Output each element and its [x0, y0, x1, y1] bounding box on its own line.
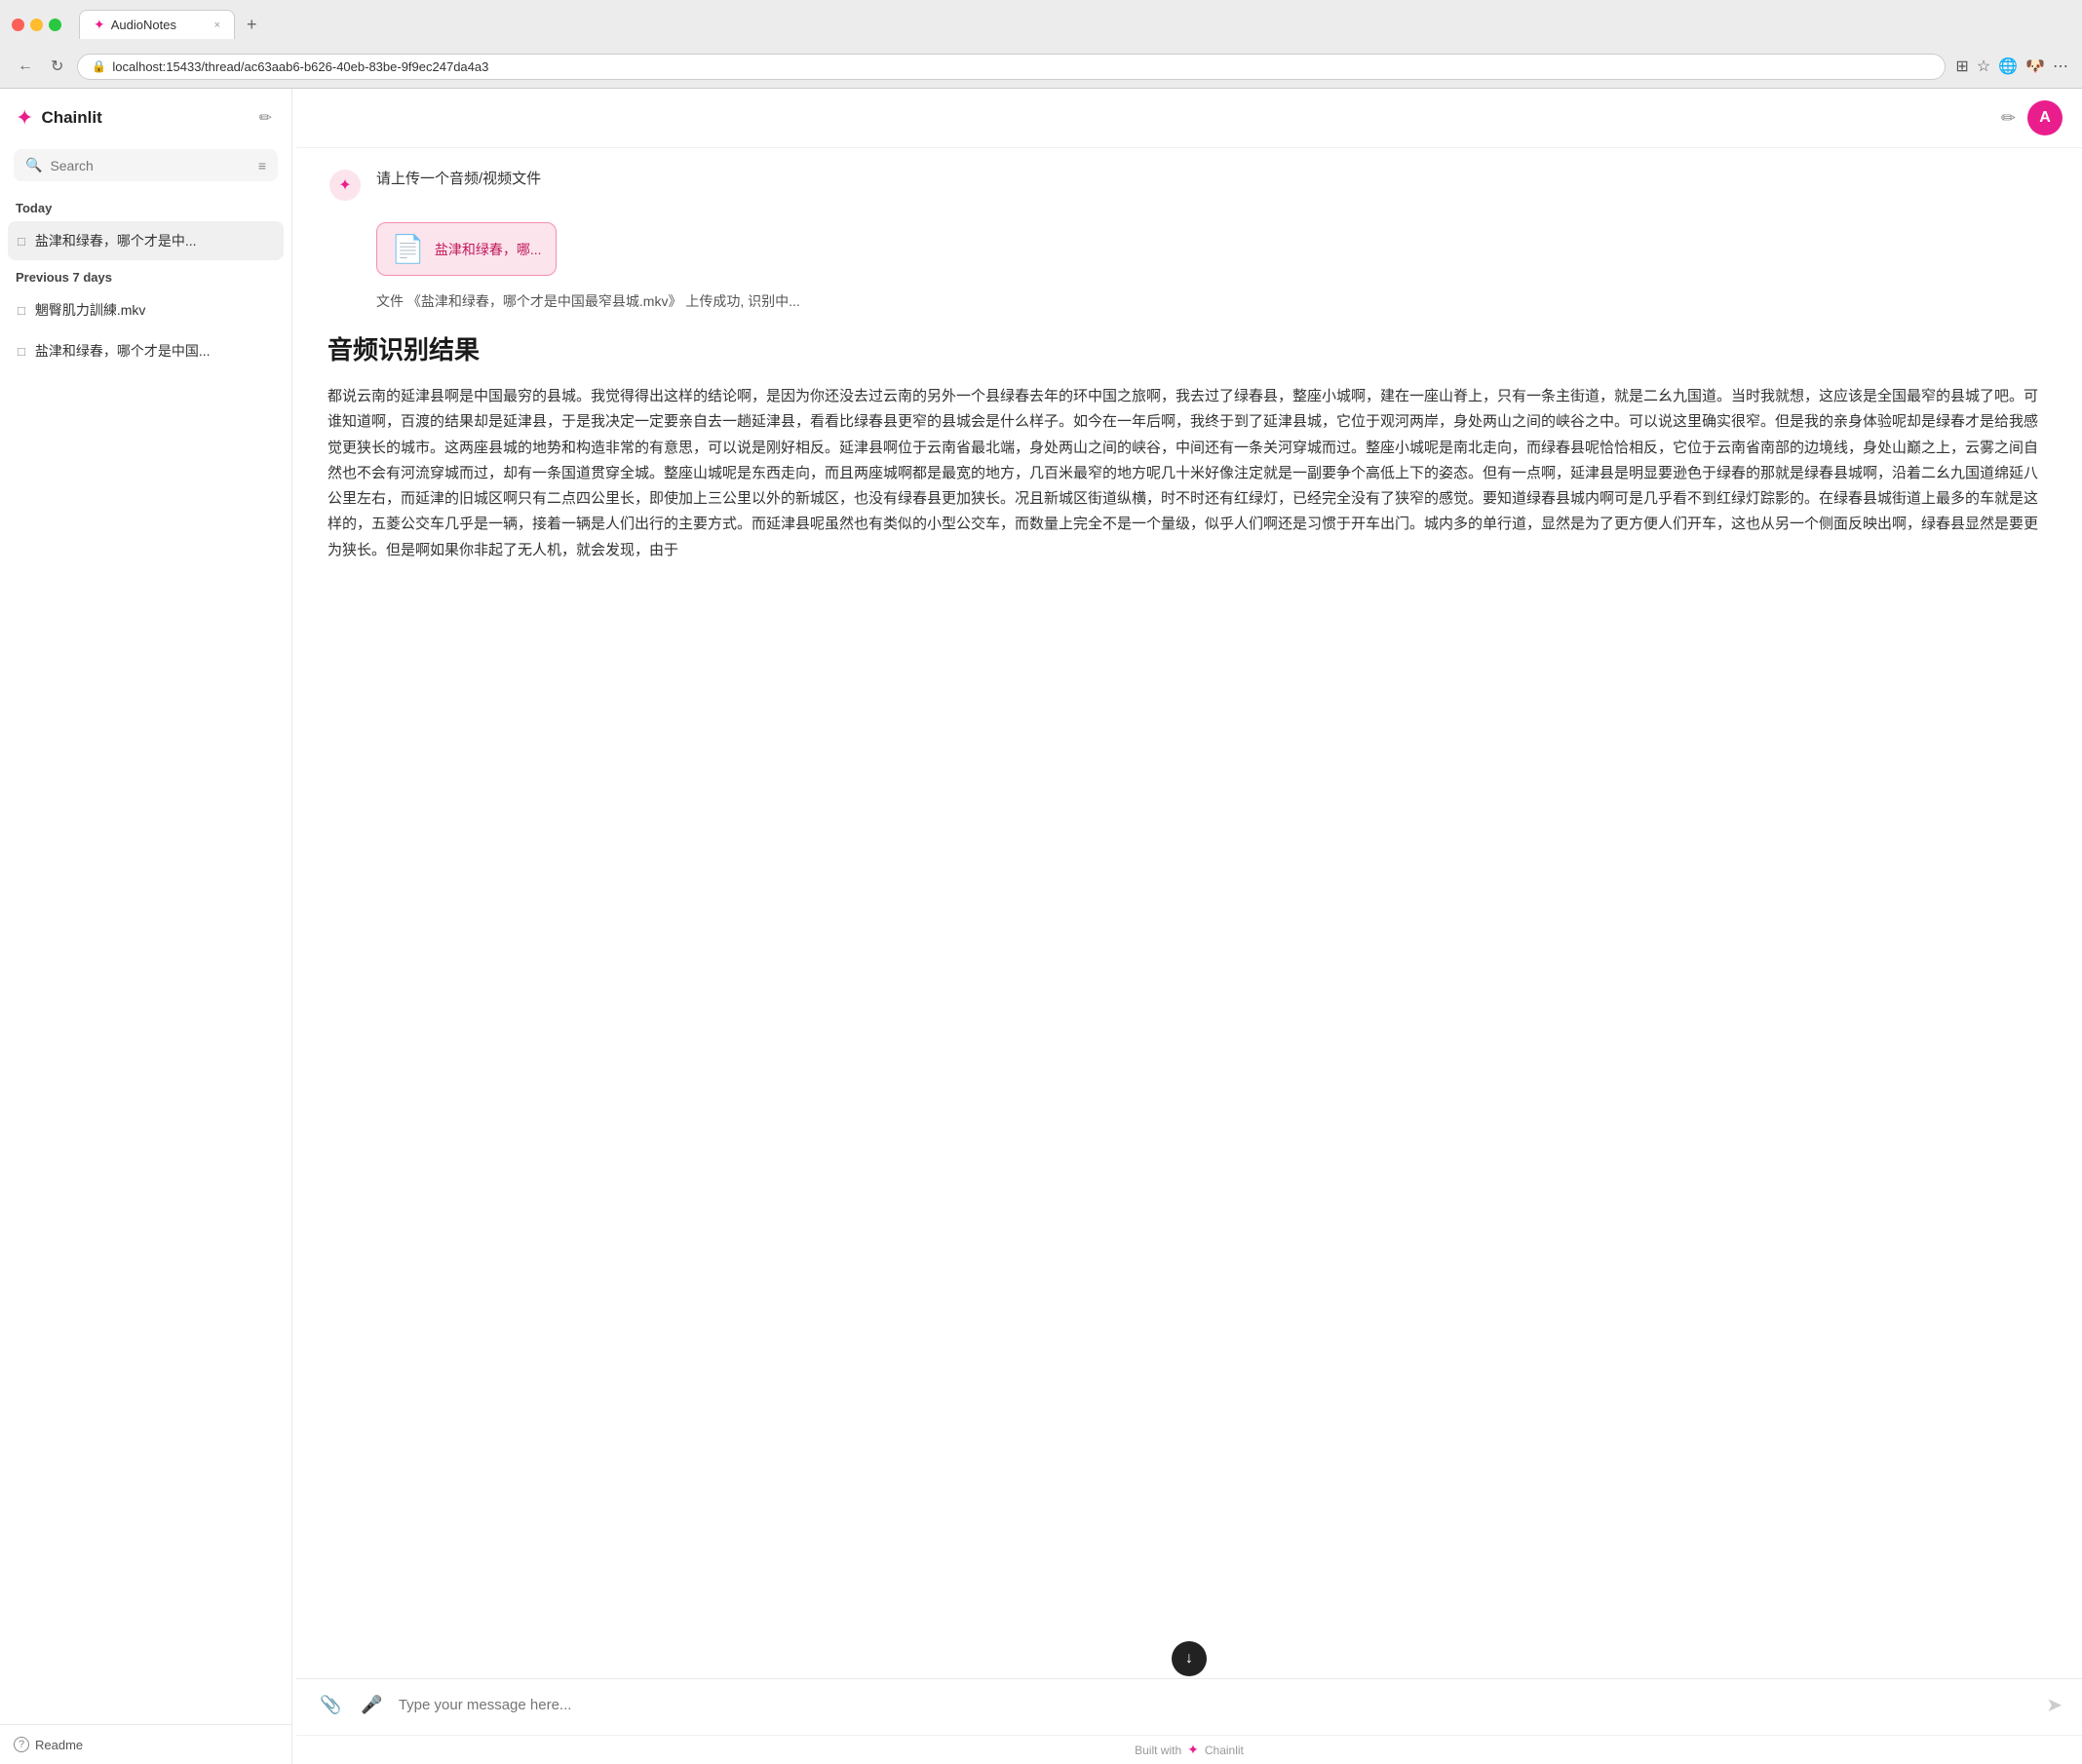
readme-icon: ? [14, 1737, 29, 1752]
sidebar-item-text: 魍臀肌力訓練.mkv [35, 300, 274, 320]
new-tab-button[interactable]: + [239, 11, 265, 39]
traffic-lights [12, 19, 61, 31]
tab-title: AudioNotes [111, 18, 176, 32]
built-with-footer: Built with ✦ Chainlit [296, 1735, 2082, 1764]
sidebar-item-today-0[interactable]: □ 盐津和绿春，哪个才是中... 🗑 [8, 221, 284, 260]
filter-button[interactable]: ≡ [258, 158, 266, 173]
readme-label: Readme [35, 1738, 83, 1752]
reader-view-button[interactable]: ⊞ [1955, 57, 1968, 76]
tab-close-button[interactable]: × [214, 19, 220, 31]
chat-area[interactable]: ✦ 请上传一个音频/视频文件 📄 盐津和绿春，哪... 文件 《盐津和绿春，哪个… [296, 148, 2082, 1678]
search-icon: 🔍 [25, 157, 42, 173]
sidebar: ✦ Chainlit ✏ 🔍 ≡ Today □ 盐津和绿春，哪个才是中... … [0, 89, 292, 1764]
message-content: 请上传一个音频/视频文件 [376, 168, 2051, 202]
browser-titlebar: ✦ AudioNotes × + [0, 0, 2082, 47]
close-button[interactable] [12, 19, 24, 31]
message-input[interactable] [399, 1697, 2034, 1713]
browser-chrome: ✦ AudioNotes × + ← ↻ 🔒 localhost:15433/t… [0, 0, 2082, 89]
chevron-down-icon: ↓ [1185, 1650, 1193, 1668]
main-content: ✏ A ✦ 请上传一个音频/视频文件 📄 [296, 89, 2082, 1764]
chat-icon: □ [18, 303, 25, 318]
svg-text:✦: ✦ [338, 177, 351, 194]
file-icon: 📄 [391, 233, 425, 265]
send-button[interactable]: ➤ [2046, 1693, 2063, 1717]
main-header: ✏ A [296, 89, 2082, 148]
result-title: 音频识别结果 [328, 330, 2051, 366]
more-options-button[interactable]: ⋯ [2053, 57, 2068, 76]
input-area: 📎 🎤 ➤ [296, 1678, 2082, 1735]
new-thread-button[interactable]: ✏ [255, 104, 276, 132]
status-text: 文件 《盐津和绿春，哪个才是中国最窄县城.mkv》 上传成功, 识别中... [328, 291, 2051, 311]
result-section: 音频识别结果 都说云南的延津县啊是中国最穷的县城。我觉得得出这样的结论啊，是因为… [328, 330, 2051, 563]
chat-icon: □ [18, 344, 25, 359]
sidebar-actions: ✏ [255, 104, 276, 132]
url-text: localhost:15433/thread/ac63aab6-b626-40e… [112, 59, 488, 74]
bot-avatar-icon: ✦ [328, 168, 363, 203]
sidebar-content: Today □ 盐津和绿春，哪个才是中... 🗑 Previous 7 days… [0, 193, 291, 1724]
sidebar-item-text: 盐津和绿春，哪个才是中国... [35, 341, 274, 361]
mic-button[interactable]: 🎤 [357, 1691, 386, 1719]
chat-icon: □ [18, 234, 25, 249]
built-with-text: Built with [1135, 1744, 1181, 1757]
attach-button[interactable]: 📎 [316, 1691, 345, 1719]
result-body: 都说云南的延津县啊是中国最穷的县城。我觉得得出这样的结论啊，是因为你还没去过云南… [328, 384, 2051, 563]
refresh-button[interactable]: ↻ [47, 53, 67, 80]
tab-favicon: ✦ [94, 17, 105, 33]
browser-avatar-button[interactable]: 🌐 [1998, 57, 2018, 76]
sidebar-item-text: 盐津和绿春，哪个才是中... [35, 231, 250, 250]
sidebar-footer: ? Readme [0, 1724, 291, 1764]
minimize-button[interactable] [30, 19, 43, 31]
active-tab[interactable]: ✦ AudioNotes × [79, 10, 235, 39]
sidebar-item-prev-1[interactable]: □ 盐津和绿春，哪个才是中国... [8, 331, 284, 370]
browser-actions: ⊞ ☆ 🌐 🐶 ⋯ [1955, 57, 2068, 76]
user-file-message: 📄 盐津和绿春，哪... [328, 222, 2051, 276]
logo-icon: ✦ [16, 105, 33, 131]
prev-days-section-label: Previous 7 days [8, 262, 284, 290]
extensions-button[interactable]: 🐶 [2025, 57, 2045, 76]
chainlit-logo-icon: ✦ [1187, 1742, 1199, 1758]
browser-toolbar: ← ↻ 🔒 localhost:15433/thread/ac63aab6-b6… [0, 47, 2082, 88]
header-actions: ✏ A [2001, 100, 2063, 135]
user-avatar[interactable]: A [2027, 100, 2063, 135]
today-section-label: Today [8, 193, 284, 221]
app-container: ✦ Chainlit ✏ 🔍 ≡ Today □ 盐津和绿春，哪个才是中... … [0, 89, 2082, 1764]
scroll-down-button[interactable]: ↓ [1172, 1641, 1207, 1676]
logo-text: Chainlit [41, 108, 101, 128]
built-with-brand: Chainlit [1205, 1744, 1244, 1757]
search-input[interactable] [50, 158, 250, 173]
address-bar[interactable]: 🔒 localhost:15433/thread/ac63aab6-b626-4… [77, 54, 1946, 80]
sidebar-header: ✦ Chainlit ✏ [0, 89, 291, 141]
file-attachment[interactable]: 📄 盐津和绿春，哪... [376, 222, 557, 276]
readme-link[interactable]: ? Readme [14, 1737, 278, 1752]
lock-icon: 🔒 [92, 59, 106, 73]
bookmark-button[interactable]: ☆ [1977, 57, 1990, 76]
prompt-text: 请上传一个音频/视频文件 [376, 168, 2051, 188]
maximize-button[interactable] [49, 19, 61, 31]
edit-button[interactable]: ✏ [2001, 108, 2016, 129]
search-bar: 🔍 ≡ [14, 149, 278, 181]
sidebar-item-prev-0[interactable]: □ 魍臀肌力訓練.mkv [8, 290, 284, 329]
file-name-text: 盐津和绿春，哪... [435, 240, 542, 259]
bot-message-prompt: ✦ 请上传一个音频/视频文件 [328, 168, 2051, 203]
browser-tabs: ✦ AudioNotes × + [79, 10, 265, 39]
back-button[interactable]: ← [14, 54, 37, 79]
bot-avatar: ✦ [328, 168, 363, 203]
